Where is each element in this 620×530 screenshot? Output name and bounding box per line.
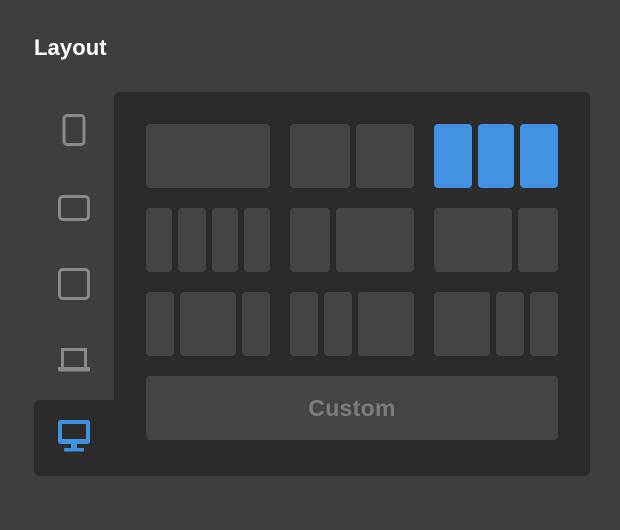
custom-layout-label: Custom bbox=[308, 394, 396, 421]
column bbox=[358, 292, 414, 356]
layout-1-column[interactable] bbox=[146, 124, 270, 188]
column bbox=[290, 292, 318, 356]
column bbox=[496, 292, 524, 356]
column bbox=[434, 292, 490, 356]
column bbox=[146, 208, 172, 272]
column bbox=[530, 292, 558, 356]
device-tab-tablet-portrait[interactable] bbox=[52, 262, 96, 306]
column bbox=[290, 208, 330, 272]
column bbox=[242, 292, 270, 356]
tablet-landscape-icon bbox=[58, 195, 90, 221]
column bbox=[244, 208, 270, 272]
column bbox=[434, 208, 512, 272]
device-tab-phone[interactable] bbox=[52, 108, 96, 152]
layout-narrow-narrow-wide[interactable] bbox=[290, 292, 414, 356]
column bbox=[146, 292, 174, 356]
layout-narrow-wide[interactable] bbox=[290, 208, 414, 272]
layout-narrow-wide-narrow[interactable] bbox=[146, 292, 270, 356]
layout-3-equal-columns[interactable] bbox=[434, 124, 558, 188]
layout-4-equal-columns[interactable] bbox=[146, 208, 270, 272]
column bbox=[478, 124, 514, 188]
desktop-icon bbox=[57, 419, 91, 453]
layout-2-equal-columns[interactable] bbox=[290, 124, 414, 188]
column bbox=[434, 124, 472, 188]
column bbox=[324, 292, 352, 356]
column bbox=[146, 124, 270, 188]
tablet-icon bbox=[58, 268, 90, 300]
device-tab-laptop[interactable] bbox=[52, 338, 96, 382]
device-tab-desktop[interactable] bbox=[52, 414, 96, 458]
column bbox=[520, 124, 558, 188]
custom-layout-button[interactable]: Custom bbox=[146, 376, 558, 440]
layout-wide-narrow-narrow[interactable] bbox=[434, 292, 558, 356]
column bbox=[290, 124, 350, 188]
column bbox=[180, 292, 236, 356]
section-title: Layout bbox=[34, 35, 107, 60]
laptop-icon bbox=[57, 346, 91, 374]
layout-wide-narrow[interactable] bbox=[434, 208, 558, 272]
column bbox=[356, 124, 414, 188]
column bbox=[212, 208, 238, 272]
column bbox=[336, 208, 414, 272]
column bbox=[518, 208, 558, 272]
column bbox=[178, 208, 206, 272]
phone-icon bbox=[62, 114, 86, 146]
device-tab-tablet-landscape[interactable] bbox=[52, 186, 96, 230]
